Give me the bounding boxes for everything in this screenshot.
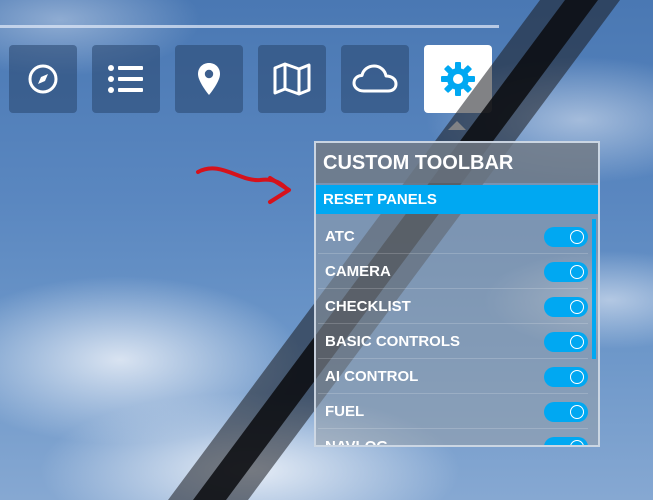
compass-button[interactable] xyxy=(9,45,77,113)
cloud-icon xyxy=(352,64,398,93)
toggle-knob xyxy=(570,370,584,384)
panel-title: CUSTOM TOOLBAR xyxy=(316,143,598,183)
ai-control-toggle[interactable] xyxy=(544,367,588,387)
list-item-label: FUEL xyxy=(325,403,365,420)
checklist-toggle[interactable] xyxy=(544,297,588,317)
weather-button[interactable] xyxy=(341,45,409,113)
list-item-fuel[interactable]: FUEL xyxy=(318,394,588,429)
list-item-checklist[interactable]: CHECKLIST xyxy=(318,289,588,324)
basic-controls-toggle[interactable] xyxy=(544,332,588,352)
map-icon xyxy=(273,62,311,96)
list-item-label: CAMERA xyxy=(325,263,391,280)
list-item-navlog[interactable]: NAVLOG xyxy=(318,429,588,447)
reset-panels-button[interactable]: RESET PANELS xyxy=(316,185,598,214)
toggle-knob xyxy=(570,300,584,314)
list-item-atc[interactable]: ATC xyxy=(318,219,588,254)
custom-toolbar-panel: CUSTOM TOOLBAR RESET PANELS ATC CAMERA C… xyxy=(314,141,600,447)
camera-toggle[interactable] xyxy=(544,262,588,282)
fuel-toggle[interactable] xyxy=(544,402,588,422)
header-line xyxy=(0,25,499,28)
panel-scrollbar[interactable] xyxy=(592,219,596,359)
list-item-label: NAVLOG xyxy=(325,438,389,447)
toggle-knob xyxy=(570,405,584,419)
list-item-camera[interactable]: CAMERA xyxy=(318,254,588,289)
settings-button[interactable] xyxy=(424,45,492,113)
atc-toggle[interactable] xyxy=(544,227,588,247)
toggle-knob xyxy=(570,440,584,445)
list-item-label: BASIC CONTROLS xyxy=(325,333,460,350)
location-pin-icon xyxy=(198,63,220,95)
toggle-knob xyxy=(570,265,584,279)
toolbar-items-list: ATC CAMERA CHECKLIST BASIC CONTROLS AI C… xyxy=(316,219,598,447)
settings-caret xyxy=(448,121,466,130)
list-item-basic-controls[interactable]: BASIC CONTROLS xyxy=(318,324,588,359)
checklist-button[interactable] xyxy=(92,45,160,113)
location-button[interactable] xyxy=(175,45,243,113)
list-item-label: AI CONTROL xyxy=(325,368,419,385)
navlog-toggle[interactable] xyxy=(544,437,588,445)
annotation-arrow-icon xyxy=(196,166,291,204)
checklist-icon xyxy=(108,65,143,93)
list-item-ai-control[interactable]: AI CONTROL xyxy=(318,359,588,394)
gear-icon xyxy=(441,62,475,96)
list-item-label: ATC xyxy=(325,228,355,245)
toggle-knob xyxy=(570,230,584,244)
toggle-knob xyxy=(570,335,584,349)
list-item-label: CHECKLIST xyxy=(325,298,411,315)
compass-icon xyxy=(28,64,58,94)
map-button[interactable] xyxy=(258,45,326,113)
